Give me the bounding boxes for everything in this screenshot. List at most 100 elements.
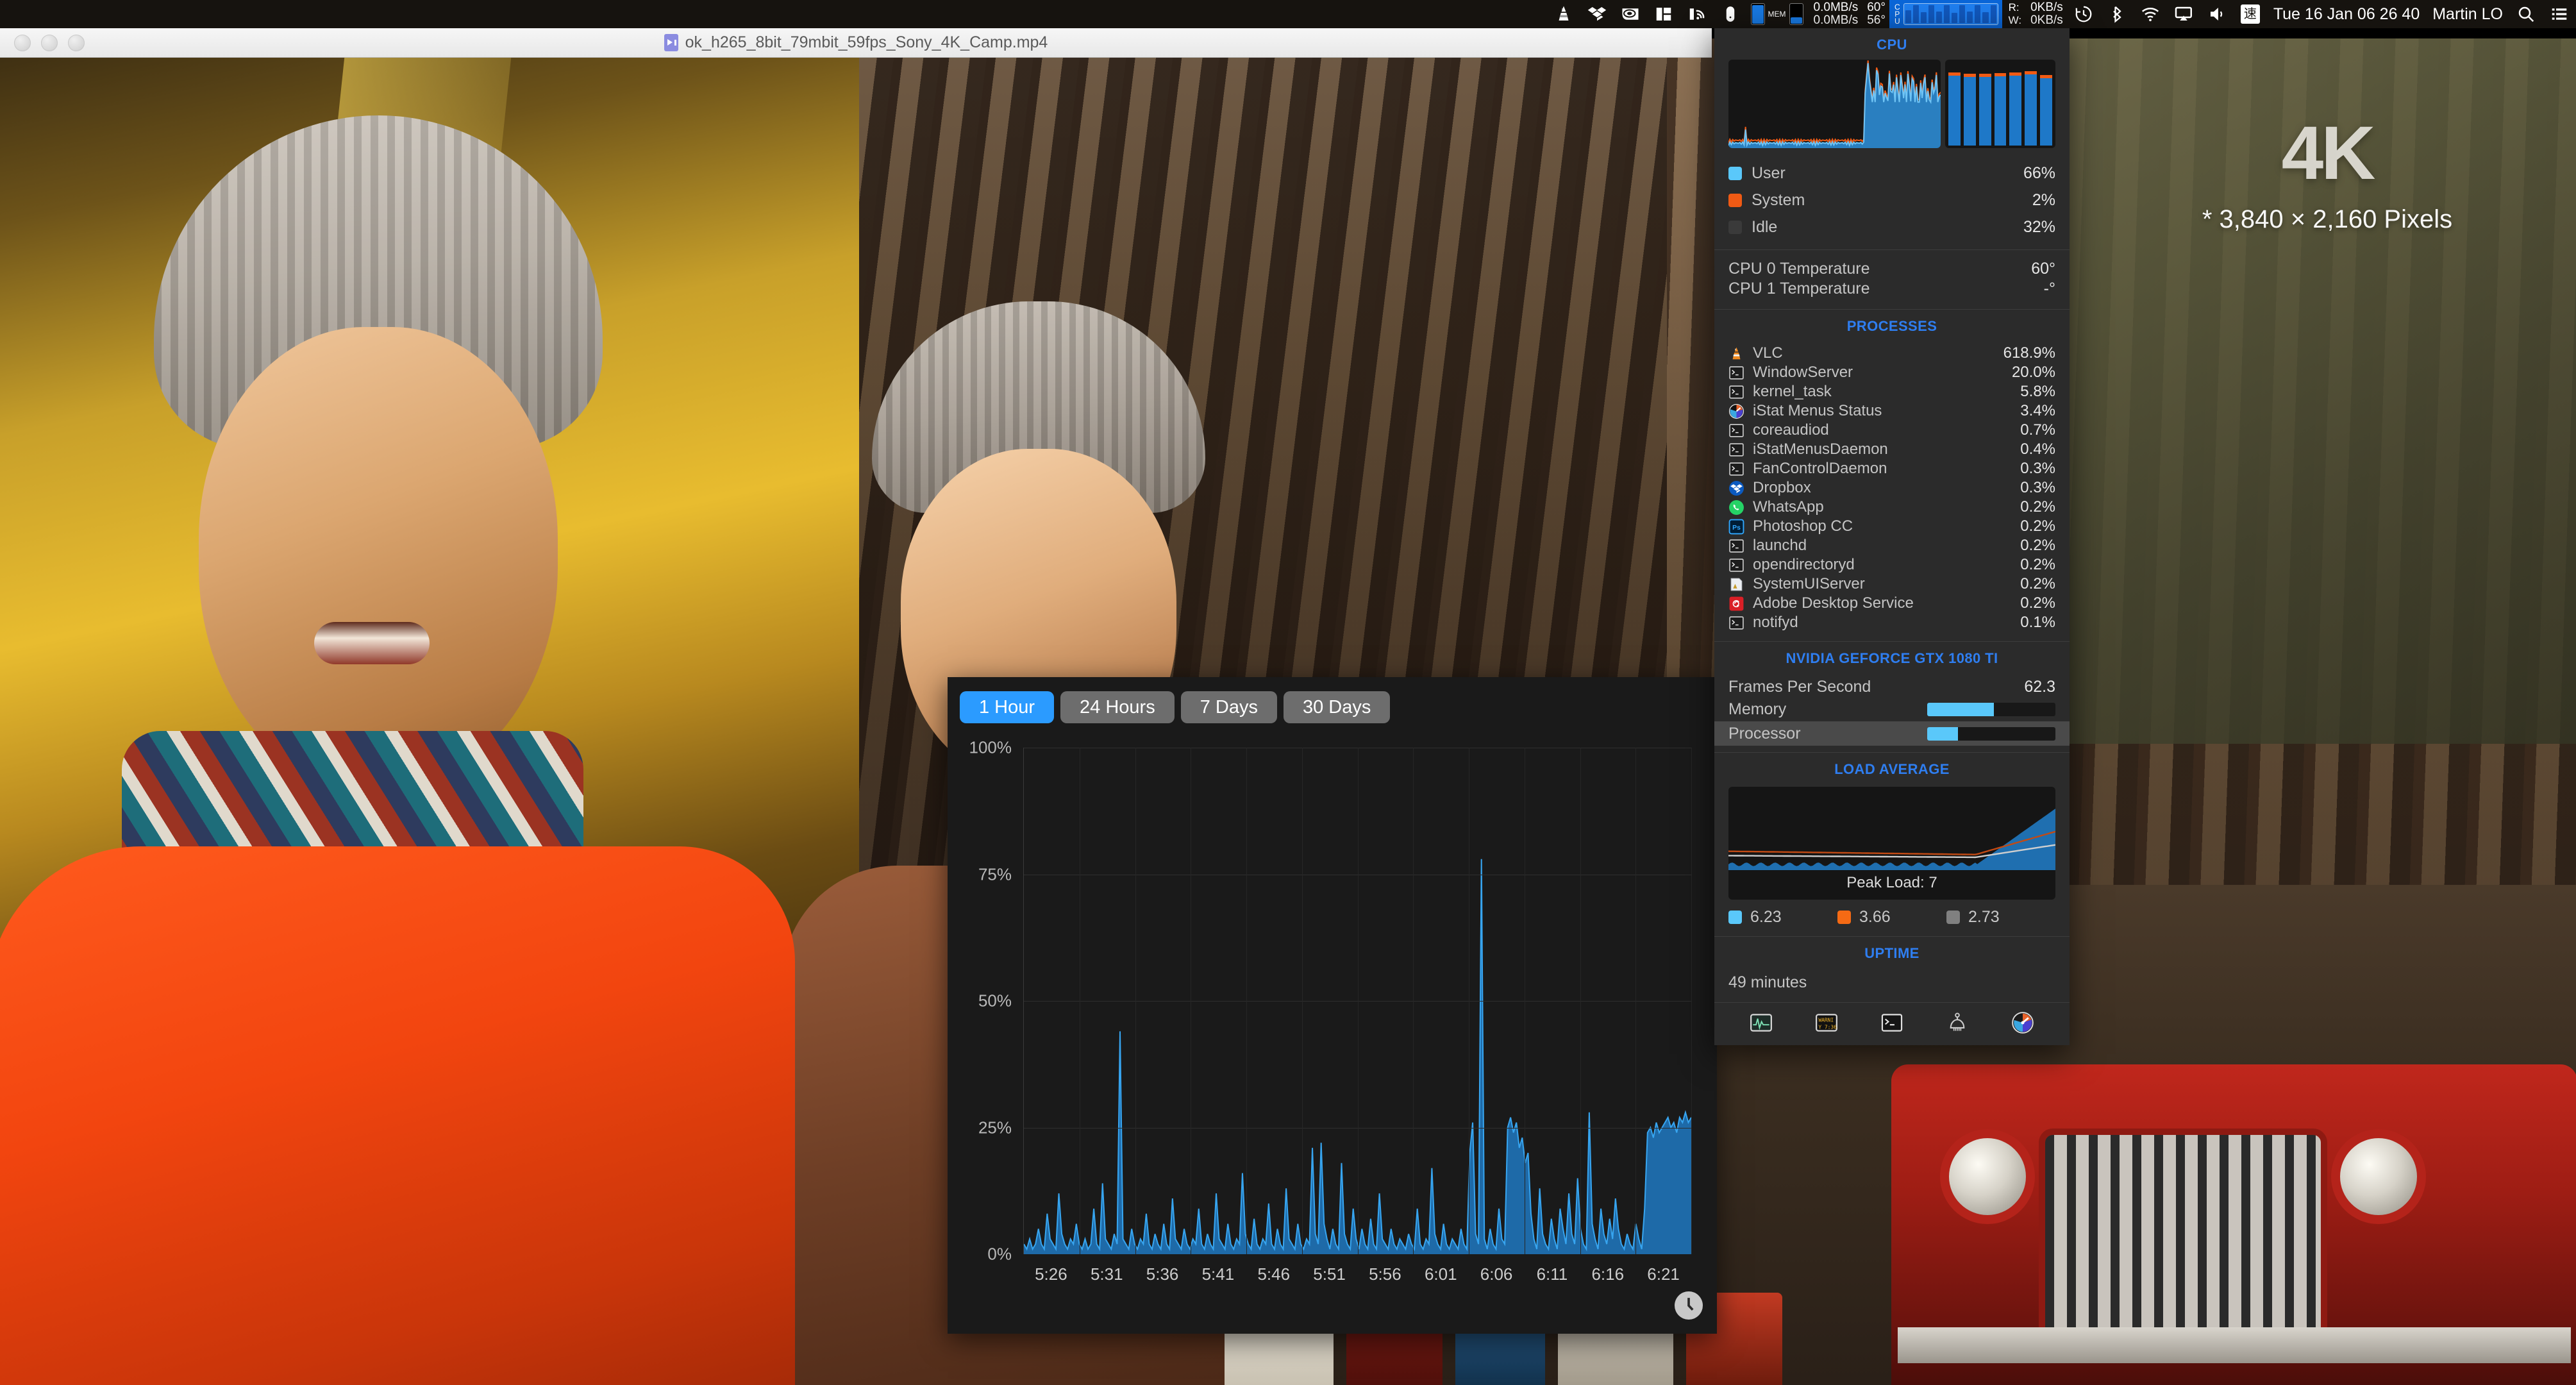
- tab-30-days[interactable]: 30 Days: [1283, 691, 1391, 723]
- menubar-item-bluetooth[interactable]: [2100, 0, 2134, 28]
- menubar-item-airplay[interactable]: [2167, 0, 2200, 28]
- process-row[interactable]: opendirectoryd 0.2%: [1728, 555, 2055, 575]
- dropbox-icon: [1728, 480, 1744, 496]
- process-row[interactable]: FanControlDaemon 0.3%: [1728, 459, 2055, 478]
- video-file-icon: [664, 34, 678, 51]
- process-cpu-value: 0.3%: [2020, 479, 2055, 496]
- process-row[interactable]: iStatMenusDaemon 0.4%: [1728, 440, 2055, 459]
- process-row[interactable]: WindowServer 20.0%: [1728, 363, 2055, 382]
- gpu-section-title: NVIDIA GEFORCE GTX 1080 TI: [1786, 650, 1998, 666]
- memory-gauge-label: MEM: [1768, 9, 1786, 19]
- menubar-network-rates[interactable]: R: W: 0KB/s 0KB/s: [2002, 0, 2067, 28]
- load-average-graph: [1728, 787, 2055, 870]
- menubar-item-vlc[interactable]: [1547, 0, 1580, 28]
- load-average-values: 6.23 3.66 2.73: [1714, 900, 2070, 936]
- tab-24-hours[interactable]: 24 Hours: [1060, 691, 1175, 723]
- cpu-graphs: [1714, 60, 2070, 148]
- process-row[interactable]: VLC 618.9%: [1728, 344, 2055, 363]
- gpu-fps-row: Frames Per Second 62.3: [1714, 677, 2070, 697]
- activity-monitor-icon[interactable]: [1749, 1011, 1773, 1035]
- menubar-item-mouse-battery[interactable]: [1714, 0, 1747, 28]
- menubar-username[interactable]: Martin LO: [2426, 5, 2509, 24]
- process-row[interactable]: kernel_task 5.8%: [1728, 382, 2055, 401]
- process-row[interactable]: iStat Menus Status 3.4%: [1728, 401, 2055, 421]
- net-read-label: R:: [2008, 1, 2020, 13]
- terminal-icon[interactable]: [1880, 1011, 1904, 1035]
- grid-line-v: [1357, 748, 1359, 1254]
- gpu-processor-bar: [1927, 726, 2055, 741]
- legend-label: User: [1752, 164, 1786, 182]
- process-cpu-value: 0.2%: [2020, 575, 2055, 592]
- search-icon: [2516, 4, 2536, 24]
- terminal-icon: [1728, 557, 1744, 573]
- cpu-legend-row: Idle 32%: [1728, 214, 2055, 240]
- cpu-core-bar: [2040, 74, 2053, 146]
- gpu-fps-label: Frames Per Second: [1728, 678, 1871, 696]
- net-read-value: 0.0MB/s: [1813, 1, 1859, 14]
- x-tick-label: 6:06: [1480, 1264, 1513, 1284]
- console-icon[interactable]: WARNI Y 7:36: [1814, 1011, 1839, 1035]
- cpu-core-bars: [1945, 60, 2055, 148]
- cpu-core-bar: [1978, 74, 1991, 146]
- legend-value: 2%: [2032, 191, 2055, 209]
- temp-value-2: 56°: [1867, 13, 1886, 27]
- grid-line-v: [1413, 748, 1414, 1254]
- gpu-processor-row[interactable]: Processor: [1714, 721, 2070, 746]
- net-write-rate: 0KB/s: [2030, 13, 2063, 27]
- temp-value-1: 60°: [1867, 1, 1886, 14]
- x-tick-label: 5:56: [1369, 1264, 1401, 1284]
- process-row[interactable]: coreaudiod 0.7%: [1728, 421, 2055, 440]
- svg-text:WARNI: WARNI: [1818, 1017, 1834, 1023]
- process-row[interactable]: Adobe Desktop Service 0.2%: [1728, 594, 2055, 613]
- cpu-core-bar: [1994, 72, 2007, 146]
- process-row[interactable]: launchd 0.2%: [1728, 536, 2055, 555]
- terminal-icon: [1728, 461, 1744, 477]
- tab-7-days[interactable]: 7 Days: [1180, 691, 1277, 723]
- process-row[interactable]: WhatsApp 0.2%: [1728, 498, 2055, 517]
- network-utility-icon[interactable]: [1945, 1011, 1970, 1035]
- gpu-memory-row[interactable]: Memory: [1714, 697, 2070, 721]
- istat-footer-icons: WARNI Y 7:36: [1714, 1003, 2070, 1045]
- grid-line-v: [1246, 748, 1247, 1254]
- process-name: notifyd: [1753, 614, 1798, 631]
- menubar-item-divvy[interactable]: [1647, 0, 1680, 28]
- window-title: ok_h265_8bit_79mbit_59fps_Sony_4K_Camp.m…: [685, 33, 1048, 51]
- process-cpu-value: 20.0%: [2011, 364, 2055, 381]
- menubar-item-time-machine[interactable]: [2067, 0, 2100, 28]
- process-name: Photoshop CC: [1753, 517, 1853, 535]
- process-cpu-value: 0.2%: [2020, 498, 2055, 516]
- menubar-item-nvidia[interactable]: [1614, 0, 1647, 28]
- terminal-icon: [1728, 423, 1744, 439]
- istat-menus-dropdown: CPU User 66% System 2% Idle 32% CPU 0 Tempera…: [1714, 28, 2070, 1045]
- whatsapp-icon: [1728, 499, 1744, 516]
- process-row[interactable]: SystemUIServer 0.2%: [1728, 575, 2055, 594]
- tab-1-hour[interactable]: 1 Hour: [960, 691, 1055, 723]
- menubar-item-airserver[interactable]: [1680, 0, 1714, 28]
- menubar-cpu-widget[interactable]: CPU: [1889, 0, 2002, 28]
- load-swatch: [1728, 911, 1742, 924]
- menubar-item-input-source[interactable]: 速: [2234, 0, 2267, 28]
- process-cpu-value: 0.3%: [2020, 460, 2055, 477]
- process-name: kernel_task: [1753, 383, 1832, 400]
- menubar-item-notification-center[interactable]: [2543, 0, 2576, 28]
- menubar-network-and-temps[interactable]: 0.0MB/s 0.0MB/s 60° 56°: [1807, 0, 1889, 28]
- process-row[interactable]: Dropbox 0.3%: [1728, 478, 2055, 498]
- cpu-history-plot: 0% 25% 50% 75% 100% 5:26 5:31 5:36 5:41 5:46 5:51…: [948, 738, 1692, 1284]
- menubar-memory-battery-gauges[interactable]: MEM: [1747, 3, 1807, 25]
- vlc-cone-icon: [1554, 4, 1573, 24]
- menubar-item-dropbox[interactable]: [1580, 0, 1614, 28]
- cpu-legend-row: System 2%: [1728, 187, 2055, 214]
- process-row[interactable]: Ps Photoshop CC 0.2%: [1728, 517, 2055, 536]
- menubar-clock[interactable]: Tue 16 Jan 06 26 40: [2267, 5, 2426, 24]
- history-clock-icon[interactable]: [1675, 1291, 1703, 1320]
- plot-grid: [1023, 748, 1692, 1254]
- load-swatch: [1837, 911, 1851, 924]
- y-axis-labels: 0% 25% 50% 75% 100%: [948, 738, 1018, 1264]
- istat-menus-icon[interactable]: [2011, 1011, 2035, 1035]
- menubar-item-spotlight[interactable]: [2509, 0, 2543, 28]
- menubar-item-wifi[interactable]: [2134, 0, 2167, 28]
- menubar-item-volume[interactable]: [2200, 0, 2234, 28]
- x-tick-label: 6:21: [1647, 1264, 1680, 1284]
- process-row[interactable]: notifyd 0.1%: [1728, 613, 2055, 632]
- process-cpu-value: 0.2%: [2020, 537, 2055, 554]
